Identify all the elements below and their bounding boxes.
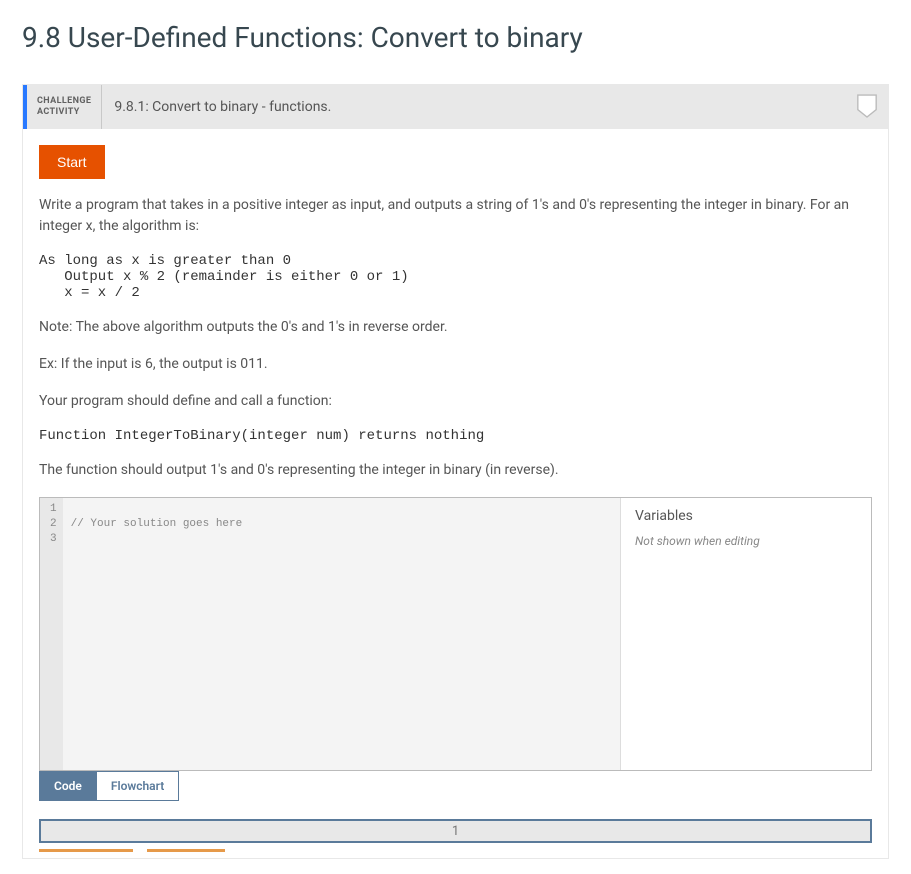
editor-area: 1 2 3 Variables Not shown when editing xyxy=(39,497,872,771)
activity-kind-line1: CHALLENGE xyxy=(37,96,91,107)
activity-header: CHALLENGE ACTIVITY 9.8.1: Convert to bin… xyxy=(23,85,888,129)
should-output-text: The function should output 1's and 0's r… xyxy=(39,460,872,481)
accent-bar xyxy=(39,849,133,852)
activity-title: 9.8.1: Convert to binary - functions. xyxy=(102,85,856,129)
variables-note: Not shown when editing xyxy=(635,534,857,548)
activity-kind-line2: ACTIVITY xyxy=(37,107,91,118)
tab-flowchart[interactable]: Flowchart xyxy=(96,771,179,801)
tab-code[interactable]: Code xyxy=(39,771,97,801)
page-title: 9.8 User-Defined Functions: Convert to b… xyxy=(22,21,889,54)
code-input[interactable] xyxy=(63,498,620,770)
activity-kind-badge: CHALLENGE ACTIVITY xyxy=(23,85,102,129)
activity-card: CHALLENGE ACTIVITY 9.8.1: Convert to bin… xyxy=(22,84,889,859)
footer-accent xyxy=(39,849,872,852)
note-text: Note: The above algorithm outputs the 0'… xyxy=(39,317,872,338)
activity-body: Start Write a program that takes in a po… xyxy=(23,129,888,858)
accent-bar xyxy=(147,849,225,852)
should-define-text: Your program should define and call a fu… xyxy=(39,391,872,412)
function-signature: Function IntegerToBinary(integer num) re… xyxy=(39,428,872,444)
editor-tabs: Code Flowchart xyxy=(39,771,872,801)
shield-icon xyxy=(856,93,878,119)
example-text: Ex: If the input is 6, the output is 011… xyxy=(39,354,872,375)
progress-step: 1 xyxy=(452,824,459,839)
intro-text: Write a program that takes in a positive… xyxy=(39,195,872,237)
algorithm-block: As long as x is greater than 0 Output x … xyxy=(39,253,872,301)
start-button[interactable]: Start xyxy=(39,145,105,179)
code-editor-pane: 1 2 3 xyxy=(40,498,621,770)
progress-indicator: 1 xyxy=(39,819,872,843)
variables-title: Variables xyxy=(635,508,857,524)
variables-pane: Variables Not shown when editing xyxy=(621,498,871,770)
line-gutter: 1 2 3 xyxy=(40,498,63,770)
